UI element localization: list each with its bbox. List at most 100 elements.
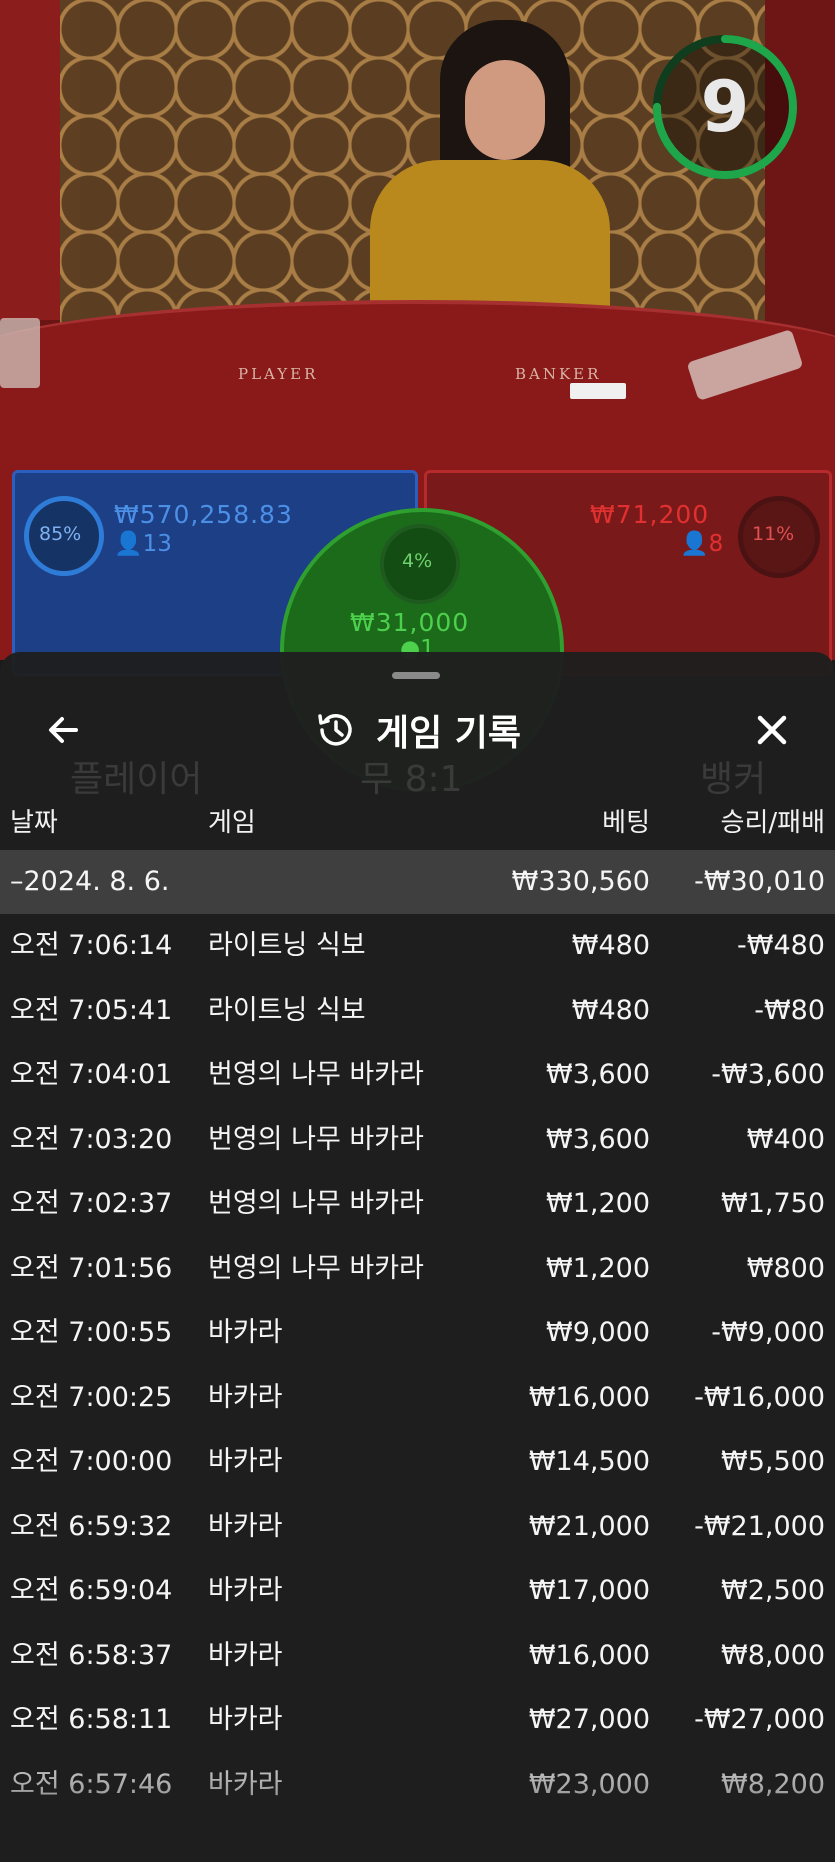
row-bet: ₩27,000 xyxy=(528,1704,650,1735)
row-bet: ₩21,000 xyxy=(528,1510,650,1542)
row-game: 바카라 xyxy=(208,1446,283,1477)
row-time: 오전 7:02:37 xyxy=(10,1188,173,1219)
row-time: 오전 6:58:37 xyxy=(10,1639,173,1671)
banker-percent: 11% xyxy=(752,523,795,545)
row-game: 바카라 xyxy=(208,1510,283,1542)
column-header-result: 승리/패배 xyxy=(720,808,825,838)
row-result: -₩80 xyxy=(754,994,825,1026)
row-result: ₩8,200 xyxy=(721,1768,825,1800)
row-bet: ₩17,000 xyxy=(528,1575,650,1606)
row-time: 오전 7:04:01 xyxy=(10,1059,173,1090)
playing-card xyxy=(570,383,626,399)
row-result: ₩8,000 xyxy=(721,1639,825,1671)
table-row[interactable]: 오전 7:04:01 번영의 나무 바카라 ₩3,600 -₩3,600 xyxy=(0,1043,835,1107)
table-row[interactable]: 오전 6:58:11 바카라 ₩27,000 -₩27,000 xyxy=(0,1688,835,1752)
timer-value: 9 xyxy=(700,66,750,148)
row-time: 오전 7:06:14 xyxy=(10,930,173,961)
player-bet-amount: ₩570,258.83 xyxy=(114,500,293,529)
row-time: 오전 7:03:20 xyxy=(10,1123,173,1155)
date-group-date: –2024. 8. 6. xyxy=(10,866,170,897)
row-game: 번영의 나무 바카라 xyxy=(208,1252,424,1284)
table-row[interactable]: 오전 6:59:32 바카라 ₩21,000 -₩21,000 xyxy=(0,1495,835,1559)
column-header-game: 게임 xyxy=(208,808,256,838)
dealer-face xyxy=(465,60,545,160)
row-result: -₩9,000 xyxy=(711,1317,825,1348)
table-label-banker: BANKER xyxy=(515,365,602,383)
row-bet: ₩480 xyxy=(571,994,650,1026)
tie-bet-amount: ₩31,000 xyxy=(350,608,470,637)
table-row[interactable]: 오전 7:00:00 바카라 ₩14,500 ₩5,500 xyxy=(0,1430,835,1494)
panel-title: 게임 기록 xyxy=(375,713,521,754)
drag-handle[interactable] xyxy=(392,672,440,679)
date-group-total-result: -₩30,010 xyxy=(694,866,825,897)
table-row[interactable]: 오전 7:00:25 바카라 ₩16,000 -₩16,000 xyxy=(0,1366,835,1430)
row-time: 오전 6:57:46 xyxy=(10,1768,173,1800)
row-time: 오전 6:59:04 xyxy=(10,1575,173,1606)
row-game: 바카라 xyxy=(208,1639,283,1671)
close-button[interactable] xyxy=(748,706,796,754)
row-result: ₩800 xyxy=(746,1252,825,1284)
table-row[interactable]: 오전 6:58:37 바카라 ₩16,000 ₩8,000 xyxy=(0,1624,835,1688)
row-time: 오전 7:00:00 xyxy=(10,1446,173,1477)
row-bet: ₩1,200 xyxy=(546,1252,650,1284)
date-group-row[interactable]: –2024. 8. 6. ₩330,560 -₩30,010 xyxy=(0,850,835,914)
row-bet: ₩480 xyxy=(571,930,650,961)
row-bet: ₩9,000 xyxy=(546,1317,650,1348)
row-result: -₩21,000 xyxy=(694,1510,825,1542)
row-bet: ₩16,000 xyxy=(528,1639,650,1671)
card-stack xyxy=(0,318,40,388)
row-game: 바카라 xyxy=(208,1768,283,1800)
row-result: ₩2,500 xyxy=(721,1575,825,1606)
row-bet: ₩23,000 xyxy=(528,1768,650,1800)
table-row[interactable]: 오전 7:03:20 번영의 나무 바카라 ₩3,600 ₩400 xyxy=(0,1108,835,1172)
banker-count-value: 8 xyxy=(708,531,724,557)
row-game: 바카라 xyxy=(208,1381,283,1413)
row-result: ₩1,750 xyxy=(721,1188,825,1219)
table-row[interactable]: 오전 7:06:14 라이트닝 식보 ₩480 -₩480 xyxy=(0,914,835,978)
table-row[interactable]: 오전 7:05:41 라이트닝 식보 ₩480 -₩80 xyxy=(0,979,835,1043)
column-header-bet: 베팅 xyxy=(602,808,650,838)
table-row[interactable]: 오전 7:01:56 번영의 나무 바카라 ₩1,200 ₩800 xyxy=(0,1237,835,1301)
column-header-date: 날짜 xyxy=(10,808,58,838)
tie-percent: 4% xyxy=(402,550,433,572)
player-count-value: 13 xyxy=(142,531,172,557)
row-time: 오전 7:00:55 xyxy=(10,1317,173,1348)
countdown-timer: 9 xyxy=(650,32,800,182)
table-row[interactable]: 오전 6:57:46 바카라 ₩23,000 ₩8,200 xyxy=(0,1753,835,1817)
player-percent: 85% xyxy=(39,523,82,545)
row-game: 번영의 나무 바카라 xyxy=(208,1188,424,1219)
table-row[interactable]: 오전 7:00:55 바카라 ₩9,000 -₩9,000 xyxy=(0,1301,835,1365)
date-group-total-bet: ₩330,560 xyxy=(511,866,650,897)
row-game: 바카라 xyxy=(208,1575,283,1606)
table-row[interactable]: 오전 6:59:04 바카라 ₩17,000 ₩2,500 xyxy=(0,1559,835,1623)
banker-count: 👤8 xyxy=(680,531,724,557)
row-time: 오전 6:58:11 xyxy=(10,1704,173,1735)
player-count: 👤13 xyxy=(114,531,172,557)
row-bet: ₩3,600 xyxy=(546,1059,650,1090)
row-bet: ₩14,500 xyxy=(528,1446,650,1477)
row-time: 오전 7:01:56 xyxy=(10,1252,173,1284)
row-time: 오전 7:00:25 xyxy=(10,1381,173,1413)
row-game: 바카라 xyxy=(208,1317,283,1348)
banker-bet-amount: ₩71,200 xyxy=(590,500,710,529)
row-time: 오전 7:05:41 xyxy=(10,994,173,1026)
row-result: -₩480 xyxy=(737,930,825,961)
game-history-panel: 플레이어 무 8:1 뱅커 게임 기록 날짜 게임 베팅 승리/패배 –2024… xyxy=(0,652,835,1862)
row-game: 라이트닝 식보 xyxy=(208,930,366,961)
history-icon xyxy=(318,714,352,746)
row-time: 오전 6:59:32 xyxy=(10,1510,173,1542)
panel-header: 게임 기록 xyxy=(0,700,835,760)
row-game: 바카라 xyxy=(208,1704,283,1735)
row-result: -₩3,600 xyxy=(711,1059,825,1090)
row-game: 라이트닝 식보 xyxy=(208,994,366,1026)
row-result: -₩16,000 xyxy=(694,1381,825,1413)
row-result: ₩5,500 xyxy=(721,1446,825,1477)
close-icon xyxy=(757,715,787,745)
row-result: -₩27,000 xyxy=(694,1704,825,1735)
row-bet: ₩16,000 xyxy=(528,1381,650,1413)
table-row[interactable]: 오전 7:02:37 번영의 나무 바카라 ₩1,200 ₩1,750 xyxy=(0,1172,835,1236)
row-game: 번영의 나무 바카라 xyxy=(208,1059,424,1090)
row-bet: ₩3,600 xyxy=(546,1123,650,1155)
row-bet: ₩1,200 xyxy=(546,1188,650,1219)
table-label-player: PLAYER xyxy=(238,365,319,383)
